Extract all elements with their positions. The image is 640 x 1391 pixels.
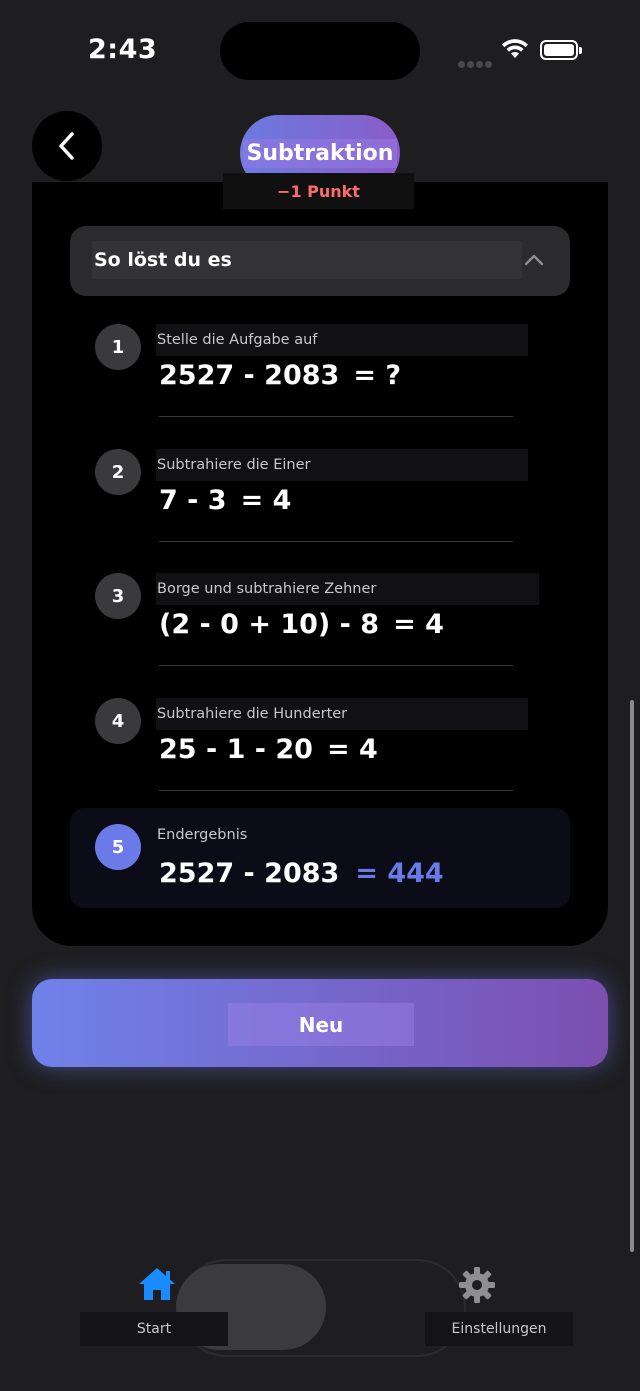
scrollbar[interactable]	[630, 700, 634, 1252]
page-title: Subtraktion	[242, 138, 398, 168]
points-badge: −1 Punkt	[223, 173, 414, 209]
step-result: = ?	[353, 360, 401, 391]
step-label: Stelle die Aufgabe auf	[157, 332, 318, 348]
dynamic-island	[220, 22, 420, 80]
step-number-badge: 1	[95, 324, 141, 370]
solution-step: 2 Subtrahiere die Einer 7 - 3 = 4	[70, 449, 570, 544]
tab-start-label: Start	[136, 1321, 172, 1337]
step-number-badge: 4	[95, 698, 141, 744]
step-divider	[159, 541, 513, 542]
solution-step: 4 Subtrahiere die Hunderter 25 - 1 - 20 =…	[70, 698, 570, 793]
chevron-left-icon	[59, 132, 74, 160]
points-text: −1 Punkt	[277, 181, 360, 201]
final-label: Endergebnis	[157, 827, 248, 843]
step-equation: 2527 - 2083 = ?	[159, 360, 401, 391]
step-label-box: Subtrahiere die Einer	[156, 449, 528, 481]
step-divider	[159, 665, 513, 666]
step-divider	[159, 790, 513, 791]
tab-settings[interactable]: Einstellungen	[425, 1312, 573, 1346]
step-equation: (2 - 0 + 10) - 8 = 4	[159, 609, 444, 640]
step-result: = 4	[393, 609, 444, 640]
house-icon[interactable]	[136, 1265, 178, 1307]
battery-icon	[540, 40, 582, 60]
accordion-title: So löst du es	[94, 249, 232, 271]
step-number-badge: 5	[95, 824, 141, 870]
status-bar: 2:43	[0, 0, 640, 100]
signal-icon	[458, 53, 494, 72]
step-equation: 25 - 1 - 20 = 4	[159, 734, 378, 765]
final-result-step: 5 Endergebnis 2527 - 2083 = 444	[70, 808, 570, 908]
step-expression: (2 - 0 + 10) - 8	[159, 609, 380, 640]
accordion-title-box: So löst du es	[92, 241, 522, 279]
step-number-badge: 2	[95, 449, 141, 495]
step-label: Subtrahiere die Hunderter	[157, 706, 348, 722]
tab-start[interactable]: Start	[80, 1312, 228, 1346]
tab-settings-label: Einstellungen	[451, 1321, 547, 1337]
step-result: = 4	[240, 485, 292, 516]
step-expression: 25 - 1 - 20	[159, 734, 313, 765]
step-number-badge: 3	[95, 573, 141, 619]
solution-step: 3 Borge und subtrahiere Zehner (2 - 0 + …	[70, 573, 570, 668]
gear-icon[interactable]	[458, 1266, 496, 1308]
step-label-box: Borge und subtrahiere Zehner	[156, 573, 539, 605]
step-equation: 7 - 3 = 4	[159, 485, 291, 516]
final-result: = 444	[355, 858, 444, 889]
wifi-icon	[500, 38, 530, 64]
step-label: Borge und subtrahiere Zehner	[157, 581, 377, 597]
step-expression: 2527 - 2083	[159, 360, 340, 391]
step-label: Subtrahiere die Einer	[157, 457, 311, 473]
step-result: = 4	[326, 734, 378, 765]
step-label-box: Subtrahiere die Hunderter	[156, 698, 528, 730]
solution-accordion-header[interactable]: So löst du es	[70, 226, 570, 296]
chevron-up-icon	[524, 254, 544, 266]
step-expression: 7 - 3	[159, 485, 227, 516]
solution-step: 1 Stelle die Aufgabe auf 2527 - 2083 = ?	[70, 324, 570, 419]
status-time: 2:43	[88, 34, 158, 65]
final-expression: 2527 - 2083	[159, 858, 340, 889]
new-task-label: Neu	[228, 1003, 414, 1046]
final-equation: 2527 - 2083 = 444	[159, 858, 444, 889]
step-label-box: Stelle die Aufgabe auf	[156, 324, 528, 356]
new-task-button[interactable]: Neu	[32, 979, 608, 1067]
back-button[interactable]	[32, 111, 102, 181]
step-divider	[159, 416, 513, 417]
